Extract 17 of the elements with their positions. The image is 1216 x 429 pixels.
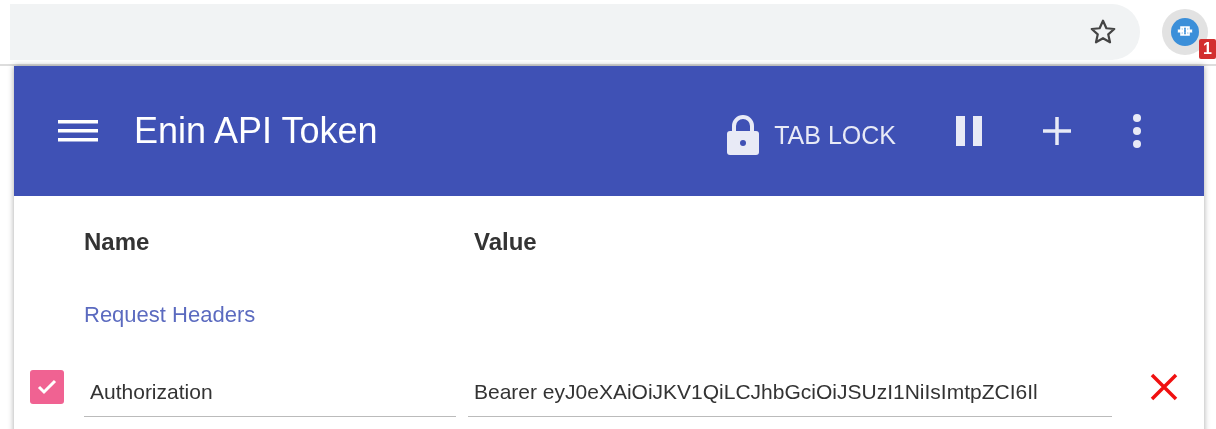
add-icon[interactable]	[1042, 116, 1072, 146]
checkbox[interactable]	[30, 369, 64, 404]
notification-badge: 1	[1199, 39, 1216, 59]
more-options-icon[interactable]	[1132, 113, 1142, 149]
column-header: Name	[84, 228, 151, 256]
pause-icon[interactable]	[956, 116, 982, 146]
header-value-field[interactable]: Bearer eyJ0eXAiOiJKV1QiLCJhbGciOiJSUzI1NiIsImtpZCI6Il	[468, 372, 1112, 417]
extension-icon	[1170, 17, 1200, 47]
checkmark-icon	[36, 377, 58, 396]
lock-icon	[726, 114, 761, 156]
menu-icon[interactable]	[58, 117, 98, 145]
section-heading: Request Headers	[84, 302, 257, 328]
delete-icon[interactable]	[1150, 372, 1178, 401]
app-title: Enin API Token	[134, 110, 378, 152]
header-name-field[interactable]: Authorization	[84, 372, 456, 417]
column-header: Value	[474, 228, 537, 256]
tab-lock-button[interactable]: TAB LOCK	[726, 114, 896, 156]
